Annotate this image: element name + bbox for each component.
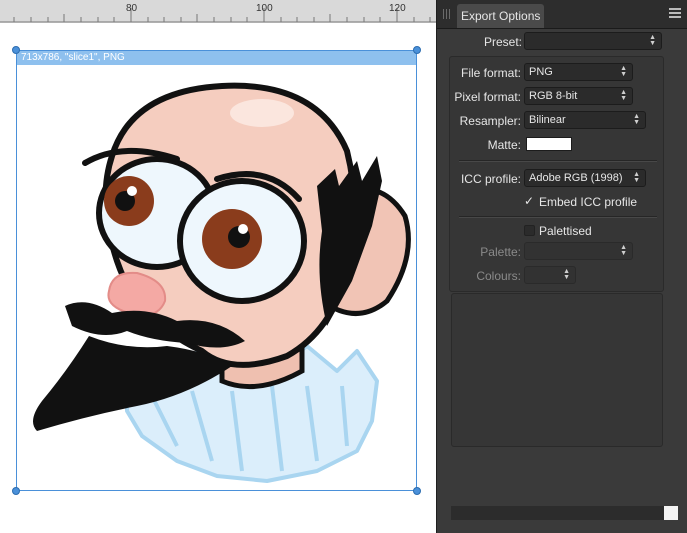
resize-handle-bottom-right[interactable] bbox=[413, 487, 421, 495]
horizontal-scrollbar[interactable] bbox=[451, 506, 667, 520]
horizontal-ruler: 80 100 120 bbox=[0, 0, 436, 23]
cartoon-head-illustration bbox=[33, 82, 411, 483]
palettised-label: Palettised bbox=[539, 224, 592, 238]
dropdown-arrow-icon: ▲ ▼ bbox=[633, 171, 640, 184]
ruler-label-120: 120 bbox=[389, 3, 406, 14]
resize-corner[interactable] bbox=[664, 506, 678, 520]
matte-label: Matte: bbox=[487, 138, 521, 152]
canvas-area[interactable]: 713x786, "slice1", PNG bbox=[0, 23, 436, 533]
dropdown-arrow-icon: ▲ ▼ bbox=[633, 113, 640, 126]
preview-area bbox=[451, 293, 663, 447]
pixel-format-label: Pixel format: bbox=[454, 90, 521, 104]
file-format-value: PNG bbox=[529, 66, 553, 78]
panel-grip-icon[interactable] bbox=[443, 9, 453, 19]
embed-icc-label: Embed ICC profile bbox=[539, 195, 638, 209]
preset-dropdown[interactable]: ▲ ▼ bbox=[524, 32, 662, 50]
checkmark-icon: ✓ bbox=[524, 194, 535, 208]
dropdown-arrow-icon: ▲ ▼ bbox=[649, 34, 656, 47]
dropdown-arrow-icon: ▲ ▼ bbox=[620, 244, 627, 257]
resize-handle-bottom-left[interactable] bbox=[12, 487, 20, 495]
colours-label: Colours: bbox=[476, 269, 521, 283]
stepper-arrow-icon: ▲ ▼ bbox=[563, 268, 570, 281]
separator bbox=[459, 216, 657, 218]
resize-handle-top-left[interactable] bbox=[12, 46, 20, 54]
file-format-label: File format: bbox=[460, 66, 521, 80]
pixel-format-value: RGB 8-bit bbox=[529, 90, 578, 102]
panel-tab-bar: Export Options bbox=[437, 0, 687, 29]
checkbox-box bbox=[524, 225, 535, 236]
ruler-label-100: 100 bbox=[256, 3, 273, 14]
dropdown-arrow-icon: ▲ ▼ bbox=[620, 65, 627, 78]
file-format-dropdown[interactable]: PNG ▲ ▼ bbox=[524, 63, 633, 81]
separator bbox=[459, 160, 657, 162]
export-slice[interactable]: 713x786, "slice1", PNG bbox=[12, 46, 421, 495]
ruler-label-80: 80 bbox=[126, 3, 138, 14]
ruler-ticks bbox=[0, 8, 436, 22]
palettised-checkbox[interactable]: Palettised bbox=[524, 224, 644, 238]
panel-menu-icon[interactable] bbox=[669, 8, 681, 18]
preset-label: Preset: bbox=[483, 35, 522, 49]
resampler-label: Resampler: bbox=[459, 114, 521, 128]
pixel-format-dropdown[interactable]: RGB 8-bit ▲ ▼ bbox=[524, 87, 633, 105]
tab-export-options[interactable]: Export Options bbox=[457, 4, 545, 28]
palette-label: Palette: bbox=[480, 245, 521, 259]
resampler-value: Bilinear bbox=[529, 114, 566, 126]
export-options-panel: Export Options Preset: ▲ ▼ File format: P… bbox=[436, 0, 687, 533]
colours-stepper[interactable]: ▲ ▼ bbox=[524, 266, 576, 284]
resampler-dropdown[interactable]: Bilinear ▲ ▼ bbox=[524, 111, 646, 129]
matte-color-swatch[interactable] bbox=[526, 137, 572, 151]
dropdown-arrow-icon: ▲ ▼ bbox=[620, 89, 627, 102]
icc-profile-label: ICC profile: bbox=[460, 172, 521, 186]
icc-profile-value: Adobe RGB (1998) bbox=[529, 172, 623, 184]
icc-profile-dropdown[interactable]: Adobe RGB (1998) ▲ ▼ bbox=[524, 169, 646, 187]
palette-dropdown[interactable]: ▲ ▼ bbox=[524, 242, 633, 260]
embed-icc-checkbox[interactable]: ✓ Embed ICC profile bbox=[524, 195, 664, 209]
